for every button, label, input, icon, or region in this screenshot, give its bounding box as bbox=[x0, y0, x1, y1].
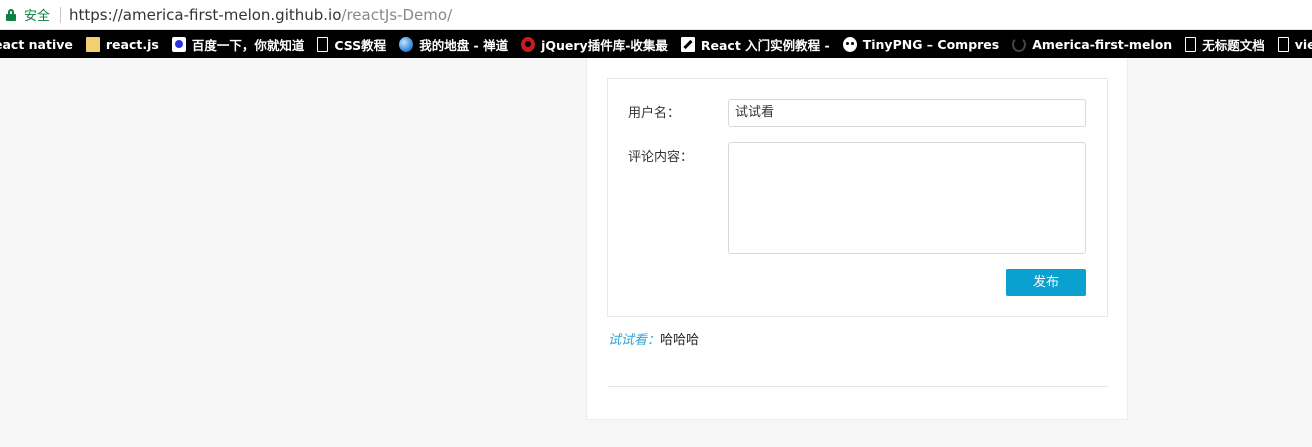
bookmark-label: eact native bbox=[0, 36, 73, 52]
secure-label: 安全 bbox=[24, 9, 51, 24]
url-domain: https://america-first-melon.github.io bbox=[69, 5, 342, 24]
baidu-paw-icon bbox=[171, 36, 186, 52]
bookmark-view-source[interactable]: view-source:ankane bbox=[1277, 36, 1312, 52]
react-tutorial-icon bbox=[680, 36, 695, 52]
github-icon bbox=[1012, 36, 1027, 52]
bookmark-tinypng[interactable]: TinyPNG – Compres bbox=[842, 36, 1000, 52]
globe-icon bbox=[399, 36, 414, 52]
bookmarks-bar: eact native react.js 百度一下，你就知道 CSS教程 我的地… bbox=[0, 30, 1312, 58]
folder-icon bbox=[85, 36, 100, 52]
bookmark-github[interactable]: America-first-melon bbox=[1012, 36, 1173, 52]
bookmark-jquery[interactable]: jQuery插件库-收集最 bbox=[521, 35, 668, 54]
bookmark-untitled[interactable]: 无标题文档 bbox=[1185, 35, 1265, 54]
comment-content: 哈哈哈 bbox=[660, 333, 700, 348]
bookmark-label: CSS教程 bbox=[334, 37, 387, 53]
submit-button[interactable]: 发布 bbox=[1006, 269, 1086, 296]
comment-label: 评论内容： bbox=[628, 150, 694, 165]
bookmark-zentao[interactable]: 我的地盘 - 禅道 bbox=[399, 35, 508, 54]
address-bar[interactable]: 安全 https://america-first-melon.github.io… bbox=[0, 0, 1312, 30]
comment-divider bbox=[608, 386, 1108, 387]
bookmark-label: America-first-melon bbox=[1032, 36, 1173, 52]
bookmark-react-native[interactable]: eact native bbox=[0, 37, 73, 52]
username-input[interactable]: 试试看 bbox=[728, 99, 1086, 127]
bookmark-label: react.js bbox=[105, 36, 159, 52]
lock-icon bbox=[6, 8, 16, 21]
bookmark-label: TinyPNG – Compres bbox=[862, 36, 1000, 52]
url-text[interactable]: https://america-first-melon.github.io/re… bbox=[69, 6, 452, 24]
page-icon bbox=[1277, 36, 1289, 52]
bookmark-css[interactable]: CSS教程 bbox=[317, 35, 386, 54]
url-path: /reactJs-Demo/ bbox=[341, 5, 453, 24]
page-icon bbox=[1185, 36, 1197, 52]
bookmark-baidu[interactable]: 百度一下，你就知道 bbox=[171, 35, 305, 54]
bookmark-label: React 入门实例教程 - bbox=[700, 37, 830, 53]
bookmark-label: 无标题文档 bbox=[1202, 37, 1265, 53]
bookmark-label: view-source:ankane bbox=[1294, 36, 1312, 52]
comment-item: 试试看：哈哈哈 bbox=[608, 329, 699, 348]
bookmark-reactjs[interactable]: react.js bbox=[85, 36, 159, 52]
bookmark-react-tutorial[interactable]: React 入门实例教程 - bbox=[680, 35, 830, 54]
comment-username: 试试看： bbox=[608, 333, 661, 348]
page-icon bbox=[317, 36, 329, 52]
comment-form: 用户名： 试试看 评论内容： 发布 bbox=[607, 78, 1108, 317]
bookmark-label: 百度一下，你就知道 bbox=[191, 37, 305, 53]
comment-app-card: 用户名： 试试看 评论内容： 发布 试试看：哈哈哈 bbox=[586, 58, 1128, 420]
bookmark-label: jQuery插件库-收集最 bbox=[541, 37, 668, 53]
address-separator bbox=[60, 6, 62, 23]
comment-textarea[interactable] bbox=[728, 142, 1086, 254]
username-label: 用户名： bbox=[628, 106, 681, 121]
tinypng-panda-icon bbox=[842, 36, 857, 52]
bookmark-label: 我的地盘 - 禅道 bbox=[419, 37, 509, 53]
jquery-icon bbox=[521, 36, 536, 52]
